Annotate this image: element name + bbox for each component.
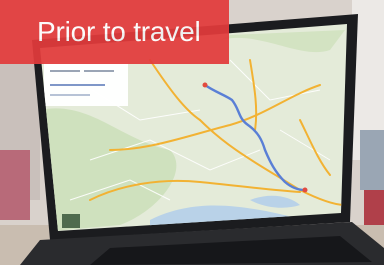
- directions-panel-line: [50, 84, 105, 86]
- right-object: [360, 130, 384, 190]
- route-end-marker: [302, 187, 308, 193]
- banner-title: Prior to travel: [37, 16, 201, 47]
- route-start-marker: [202, 82, 208, 88]
- directions-panel-line: [50, 70, 80, 72]
- right-red-item: [364, 190, 384, 230]
- map-thumbnail: [62, 214, 80, 228]
- directions-panel-line: [50, 94, 90, 96]
- title-banner: Prior to travel: [0, 0, 229, 64]
- directions-panel-line: [84, 70, 114, 72]
- left-books: [0, 150, 30, 220]
